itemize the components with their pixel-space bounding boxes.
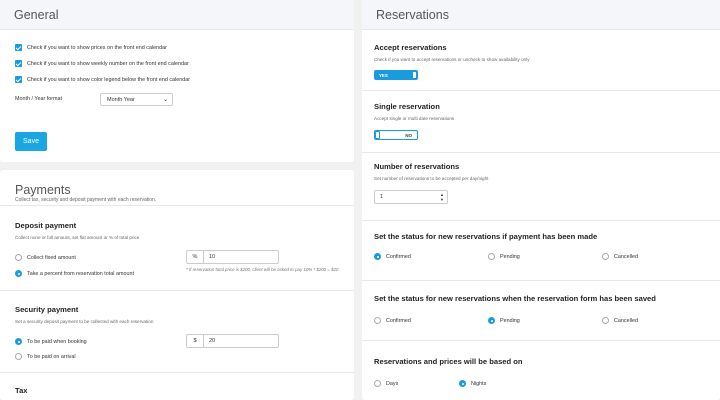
radio-take-percent[interactable]: Take a percent from reservation total am… xyxy=(15,270,134,277)
checkbox-checked-icon[interactable] xyxy=(15,60,22,67)
single-reservation-description: Accept single or multi date reservations xyxy=(374,116,455,121)
save-button[interactable]: Save xyxy=(15,132,47,151)
radio-label: To be paid when booking xyxy=(27,338,87,345)
checkbox-show-color-legend[interactable]: Check if you want to show color legend b… xyxy=(15,76,190,83)
toggle-text: NO xyxy=(405,133,412,138)
radio-icon[interactable] xyxy=(602,317,609,324)
tax-title: Tax xyxy=(15,386,28,395)
radio-selected-icon[interactable] xyxy=(15,270,22,277)
accept-reservations-title: Accept reservations xyxy=(374,43,447,52)
radio-icon[interactable] xyxy=(374,317,381,324)
payments-panel: Payments Collect tax, security and depos… xyxy=(0,170,354,400)
divider xyxy=(362,280,720,281)
security-payment-description: Set a security deposit payment to be col… xyxy=(15,319,154,324)
checkbox-checked-icon[interactable] xyxy=(15,76,22,83)
security-amount-input[interactable]: $ 20 xyxy=(186,334,279,348)
divider xyxy=(0,290,354,291)
toggle-knob xyxy=(412,71,417,79)
radio-label: Pending xyxy=(500,253,520,260)
checkbox-label: Check if you want to show weekly number … xyxy=(27,60,189,67)
divider xyxy=(362,340,720,341)
security-value[interactable]: 20 xyxy=(204,338,215,344)
percent-addon: % xyxy=(187,251,204,263)
deposit-payment-title: Deposit payment xyxy=(15,221,77,230)
radio-label: Take a percent from reservation total am… xyxy=(27,270,134,277)
divider xyxy=(0,372,354,373)
reservations-title: Reservations xyxy=(376,7,449,22)
radio-icon[interactable] xyxy=(15,254,22,261)
divider xyxy=(362,220,720,221)
radio-based-nights[interactable]: Nights xyxy=(459,380,486,387)
radio-icon[interactable] xyxy=(15,353,22,360)
checkbox-label: Check if you want to show color legend b… xyxy=(27,76,191,83)
radio-paid-cancelled[interactable]: Cancelled xyxy=(602,253,638,260)
radio-icon[interactable] xyxy=(602,253,609,260)
status-paid-title: Set the status for new reservations if p… xyxy=(374,232,598,241)
radio-label: Cancelled xyxy=(614,253,638,260)
radio-collect-fixed-amount[interactable]: Collect fixed amount xyxy=(15,254,76,261)
radio-label: To be paid on arrival xyxy=(27,353,76,360)
radio-saved-cancelled[interactable]: Cancelled xyxy=(602,317,638,324)
radio-selected-icon[interactable] xyxy=(459,380,466,387)
radio-label: Days xyxy=(386,380,399,387)
deposit-payment-description: Collect none or full amount, set flat am… xyxy=(15,235,140,240)
accept-reservations-toggle[interactable]: YES xyxy=(374,70,418,80)
number-of-reservations-title: Number of reservations xyxy=(374,162,460,171)
payments-description: Collect tax, security and deposit paymen… xyxy=(15,197,157,203)
radio-icon[interactable] xyxy=(488,253,495,260)
radio-paid-confirmed[interactable]: Confirmed xyxy=(374,253,411,260)
select-value: Month Year xyxy=(107,96,135,103)
number-of-reservations-input[interactable]: 1 ▲ ▼ xyxy=(374,190,448,204)
radio-label: Cancelled xyxy=(614,317,638,324)
reservations-panel-header: Reservations xyxy=(362,0,720,30)
stepper-arrows-icon[interactable]: ▲ ▼ xyxy=(440,192,444,202)
radio-saved-pending[interactable]: Pending xyxy=(488,317,520,324)
accept-reservations-description: Check if you want to accept reservations… xyxy=(374,57,530,62)
divider xyxy=(0,205,354,206)
checkbox-checked-icon[interactable] xyxy=(15,44,22,51)
radio-label: Confirmed xyxy=(386,317,411,324)
divider xyxy=(362,90,720,91)
radio-based-days[interactable]: Days xyxy=(374,380,398,387)
number-value[interactable]: 1 xyxy=(380,194,383,200)
payments-title-text: Payments xyxy=(15,183,71,197)
security-payment-title: Security payment xyxy=(15,305,79,314)
radio-label: Pending xyxy=(500,317,520,324)
radio-paid-pending[interactable]: Pending xyxy=(488,253,520,260)
based-on-title: Reservations and prices will be based on xyxy=(374,357,523,366)
general-panel-header: General xyxy=(0,0,354,30)
checkbox-label: Check if you want to show prices on the … xyxy=(27,44,167,51)
month-year-format-select[interactable]: Month Year ⌄ xyxy=(100,93,173,106)
deposit-value[interactable]: 10 xyxy=(204,254,215,260)
dollar-addon: $ xyxy=(187,335,204,347)
radio-selected-icon[interactable] xyxy=(488,317,495,324)
radio-paid-on-arrival[interactable]: To be paid on arrival xyxy=(15,353,76,360)
radio-paid-when-booking[interactable]: To be paid when booking xyxy=(15,338,87,345)
single-reservation-toggle[interactable]: NO xyxy=(374,130,418,140)
general-panel: General Check if you want to show prices… xyxy=(0,0,354,162)
divider xyxy=(362,152,720,153)
reservations-panel: Reservations Accept reservations Check i… xyxy=(362,0,720,400)
toggle-knob xyxy=(375,131,380,139)
deposit-percent-input[interactable]: % 10 xyxy=(186,250,279,264)
radio-selected-icon[interactable] xyxy=(374,253,381,260)
checkbox-show-weekly-number[interactable]: Check if you want to show weekly number … xyxy=(15,60,189,67)
general-title: General xyxy=(14,7,59,22)
deposit-note: * If reservation total price is $200, cl… xyxy=(186,267,339,272)
single-reservation-title: Single reservation xyxy=(374,102,440,111)
radio-selected-icon[interactable] xyxy=(15,338,22,345)
radio-icon[interactable] xyxy=(374,380,381,387)
radio-label: Confirmed xyxy=(386,253,411,260)
radio-label: Collect fixed amount xyxy=(27,254,76,261)
radio-saved-confirmed[interactable]: Confirmed xyxy=(374,317,411,324)
radio-label: Nights xyxy=(471,380,487,387)
toggle-text: YES xyxy=(379,73,388,78)
number-of-reservations-description: Set number of reservations to be accepte… xyxy=(374,176,489,181)
chevron-down-icon: ⌄ xyxy=(162,97,168,103)
checkbox-show-prices[interactable]: Check if you want to show prices on the … xyxy=(15,44,167,51)
month-year-format-label: Month / Year format xyxy=(15,96,63,102)
status-saved-title: Set the status for new reservations when… xyxy=(374,294,656,303)
